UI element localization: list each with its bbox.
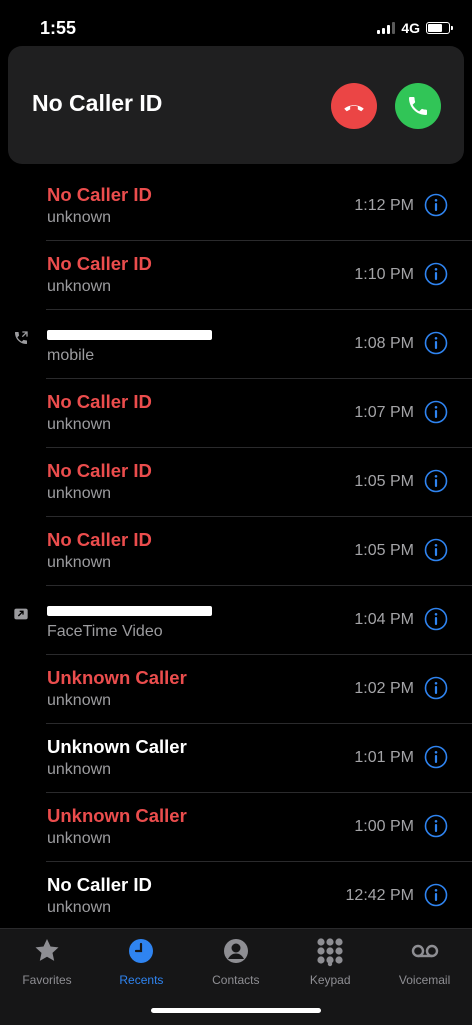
- caller-name: [47, 322, 212, 345]
- info-button[interactable]: [424, 262, 448, 286]
- call-time: 1:10 PM: [354, 266, 414, 283]
- call-time: 1:02 PM: [354, 680, 414, 697]
- call-time: 1:05 PM: [354, 473, 414, 490]
- info-icon: [424, 538, 448, 562]
- redacted-name: [47, 606, 212, 616]
- info-icon: [424, 331, 448, 355]
- call-time: 1:04 PM: [354, 611, 414, 628]
- outgoing-facetime-icon: [14, 608, 28, 620]
- caller-name: No Caller ID: [47, 184, 152, 205]
- info-icon: [424, 607, 448, 631]
- tab-recents[interactable]: Recents: [94, 937, 188, 987]
- home-indicator[interactable]: [151, 1008, 321, 1013]
- call-row[interactable]: No Caller ID unknown 1:12 PM: [0, 172, 472, 241]
- call-row[interactable]: No Caller ID unknown 12:42 PM: [0, 862, 472, 931]
- info-button[interactable]: [424, 745, 448, 769]
- voicemail-icon: [411, 944, 438, 958]
- call-type: FaceTime Video: [47, 623, 163, 640]
- call-type: unknown: [47, 554, 112, 571]
- info-button[interactable]: [424, 469, 448, 493]
- info-icon: [424, 676, 448, 700]
- info-button[interactable]: [424, 538, 448, 562]
- call-row[interactable]: Unknown Caller unknown 1:00 PM: [0, 793, 472, 862]
- info-icon: [424, 883, 448, 907]
- clock-icon: [129, 939, 154, 963]
- call-row[interactable]: mobile 1:08 PM: [0, 310, 472, 379]
- incoming-call-banner[interactable]: No Caller ID: [8, 46, 464, 164]
- status-indicators: 4G: [377, 20, 453, 36]
- call-row[interactable]: Unknown Caller unknown 1:01 PM: [0, 724, 472, 793]
- info-button[interactable]: [424, 400, 448, 424]
- tab-label: Contacts: [212, 973, 260, 987]
- outgoing-call-icon: [15, 331, 28, 344]
- accept-call-button[interactable]: [395, 83, 441, 129]
- tab-keypad[interactable]: Keypad: [283, 937, 377, 987]
- call-time: 1:08 PM: [354, 335, 414, 352]
- call-type: unknown: [47, 899, 112, 916]
- info-button[interactable]: [424, 331, 448, 355]
- info-button[interactable]: [424, 676, 448, 700]
- hang-up-icon: [344, 105, 364, 112]
- tab-voicemail[interactable]: Voicemail: [378, 937, 472, 987]
- signal-icon: [377, 22, 396, 34]
- call-type: unknown: [47, 830, 112, 847]
- network-type: 4G: [401, 20, 420, 36]
- tab-contacts[interactable]: Contacts: [189, 937, 283, 987]
- call-time: 1:01 PM: [354, 749, 414, 766]
- tab-label: Keypad: [309, 973, 351, 987]
- info-button[interactable]: [424, 814, 448, 838]
- incoming-caller-name: No Caller ID: [32, 90, 163, 116]
- recents-list: No Caller ID unknown 1:12 PM No Caller ID un…: [0, 172, 472, 931]
- person-icon: [223, 939, 248, 963]
- call-row[interactable]: No Caller ID unknown 1:05 PM: [0, 448, 472, 517]
- phone-icon: [409, 97, 427, 115]
- info-icon: [424, 193, 448, 217]
- battery-icon: [426, 22, 453, 34]
- status-time: 1:55: [40, 18, 77, 38]
- call-row[interactable]: No Caller ID unknown 1:07 PM: [0, 379, 472, 448]
- call-row[interactable]: No Caller ID unknown 1:05 PM: [0, 517, 472, 586]
- tab-label: Recents: [119, 973, 164, 987]
- caller-name: No Caller ID: [47, 460, 152, 481]
- decline-call-button[interactable]: [331, 83, 377, 129]
- caller-name: No Caller ID: [47, 874, 152, 895]
- call-time: 1:05 PM: [354, 542, 414, 559]
- info-icon: [424, 814, 448, 838]
- info-icon: [424, 262, 448, 286]
- tab-favorites[interactable]: Favorites: [0, 937, 94, 987]
- status-bar: 1:55 4G: [0, 0, 472, 46]
- keypad-icon: [317, 938, 343, 967]
- call-type: unknown: [47, 761, 112, 778]
- call-row[interactable]: No Caller ID unknown 1:10 PM: [0, 241, 472, 310]
- info-icon: [424, 469, 448, 493]
- call-type: unknown: [47, 209, 112, 226]
- caller-name: No Caller ID: [47, 529, 152, 550]
- call-time: 1:12 PM: [354, 197, 414, 214]
- caller-name: No Caller ID: [47, 253, 152, 274]
- redacted-name: [47, 330, 212, 340]
- caller-name: [47, 598, 212, 621]
- caller-name: No Caller ID: [47, 391, 152, 412]
- call-type: mobile: [47, 347, 95, 364]
- caller-name: Unknown Caller: [47, 736, 187, 757]
- call-time: 1:07 PM: [354, 404, 414, 421]
- star-icon: [35, 939, 59, 961]
- info-button[interactable]: [424, 193, 448, 217]
- info-icon: [424, 400, 448, 424]
- call-row[interactable]: Unknown Caller unknown 1:02 PM: [0, 655, 472, 724]
- call-type: unknown: [47, 278, 112, 295]
- caller-name: Unknown Caller: [47, 805, 187, 826]
- info-icon: [424, 745, 448, 769]
- call-type: unknown: [47, 692, 112, 709]
- call-type: unknown: [47, 416, 112, 433]
- call-type: unknown: [47, 485, 112, 502]
- call-row[interactable]: FaceTime Video 1:04 PM: [0, 586, 472, 655]
- tab-label: Favorites: [22, 973, 72, 987]
- tab-label: Voicemail: [398, 973, 451, 987]
- info-button[interactable]: [424, 883, 448, 907]
- call-time: 1:00 PM: [354, 818, 414, 835]
- info-button[interactable]: [424, 607, 448, 631]
- call-time: 12:42 PM: [345, 887, 414, 904]
- caller-name: Unknown Caller: [47, 667, 187, 688]
